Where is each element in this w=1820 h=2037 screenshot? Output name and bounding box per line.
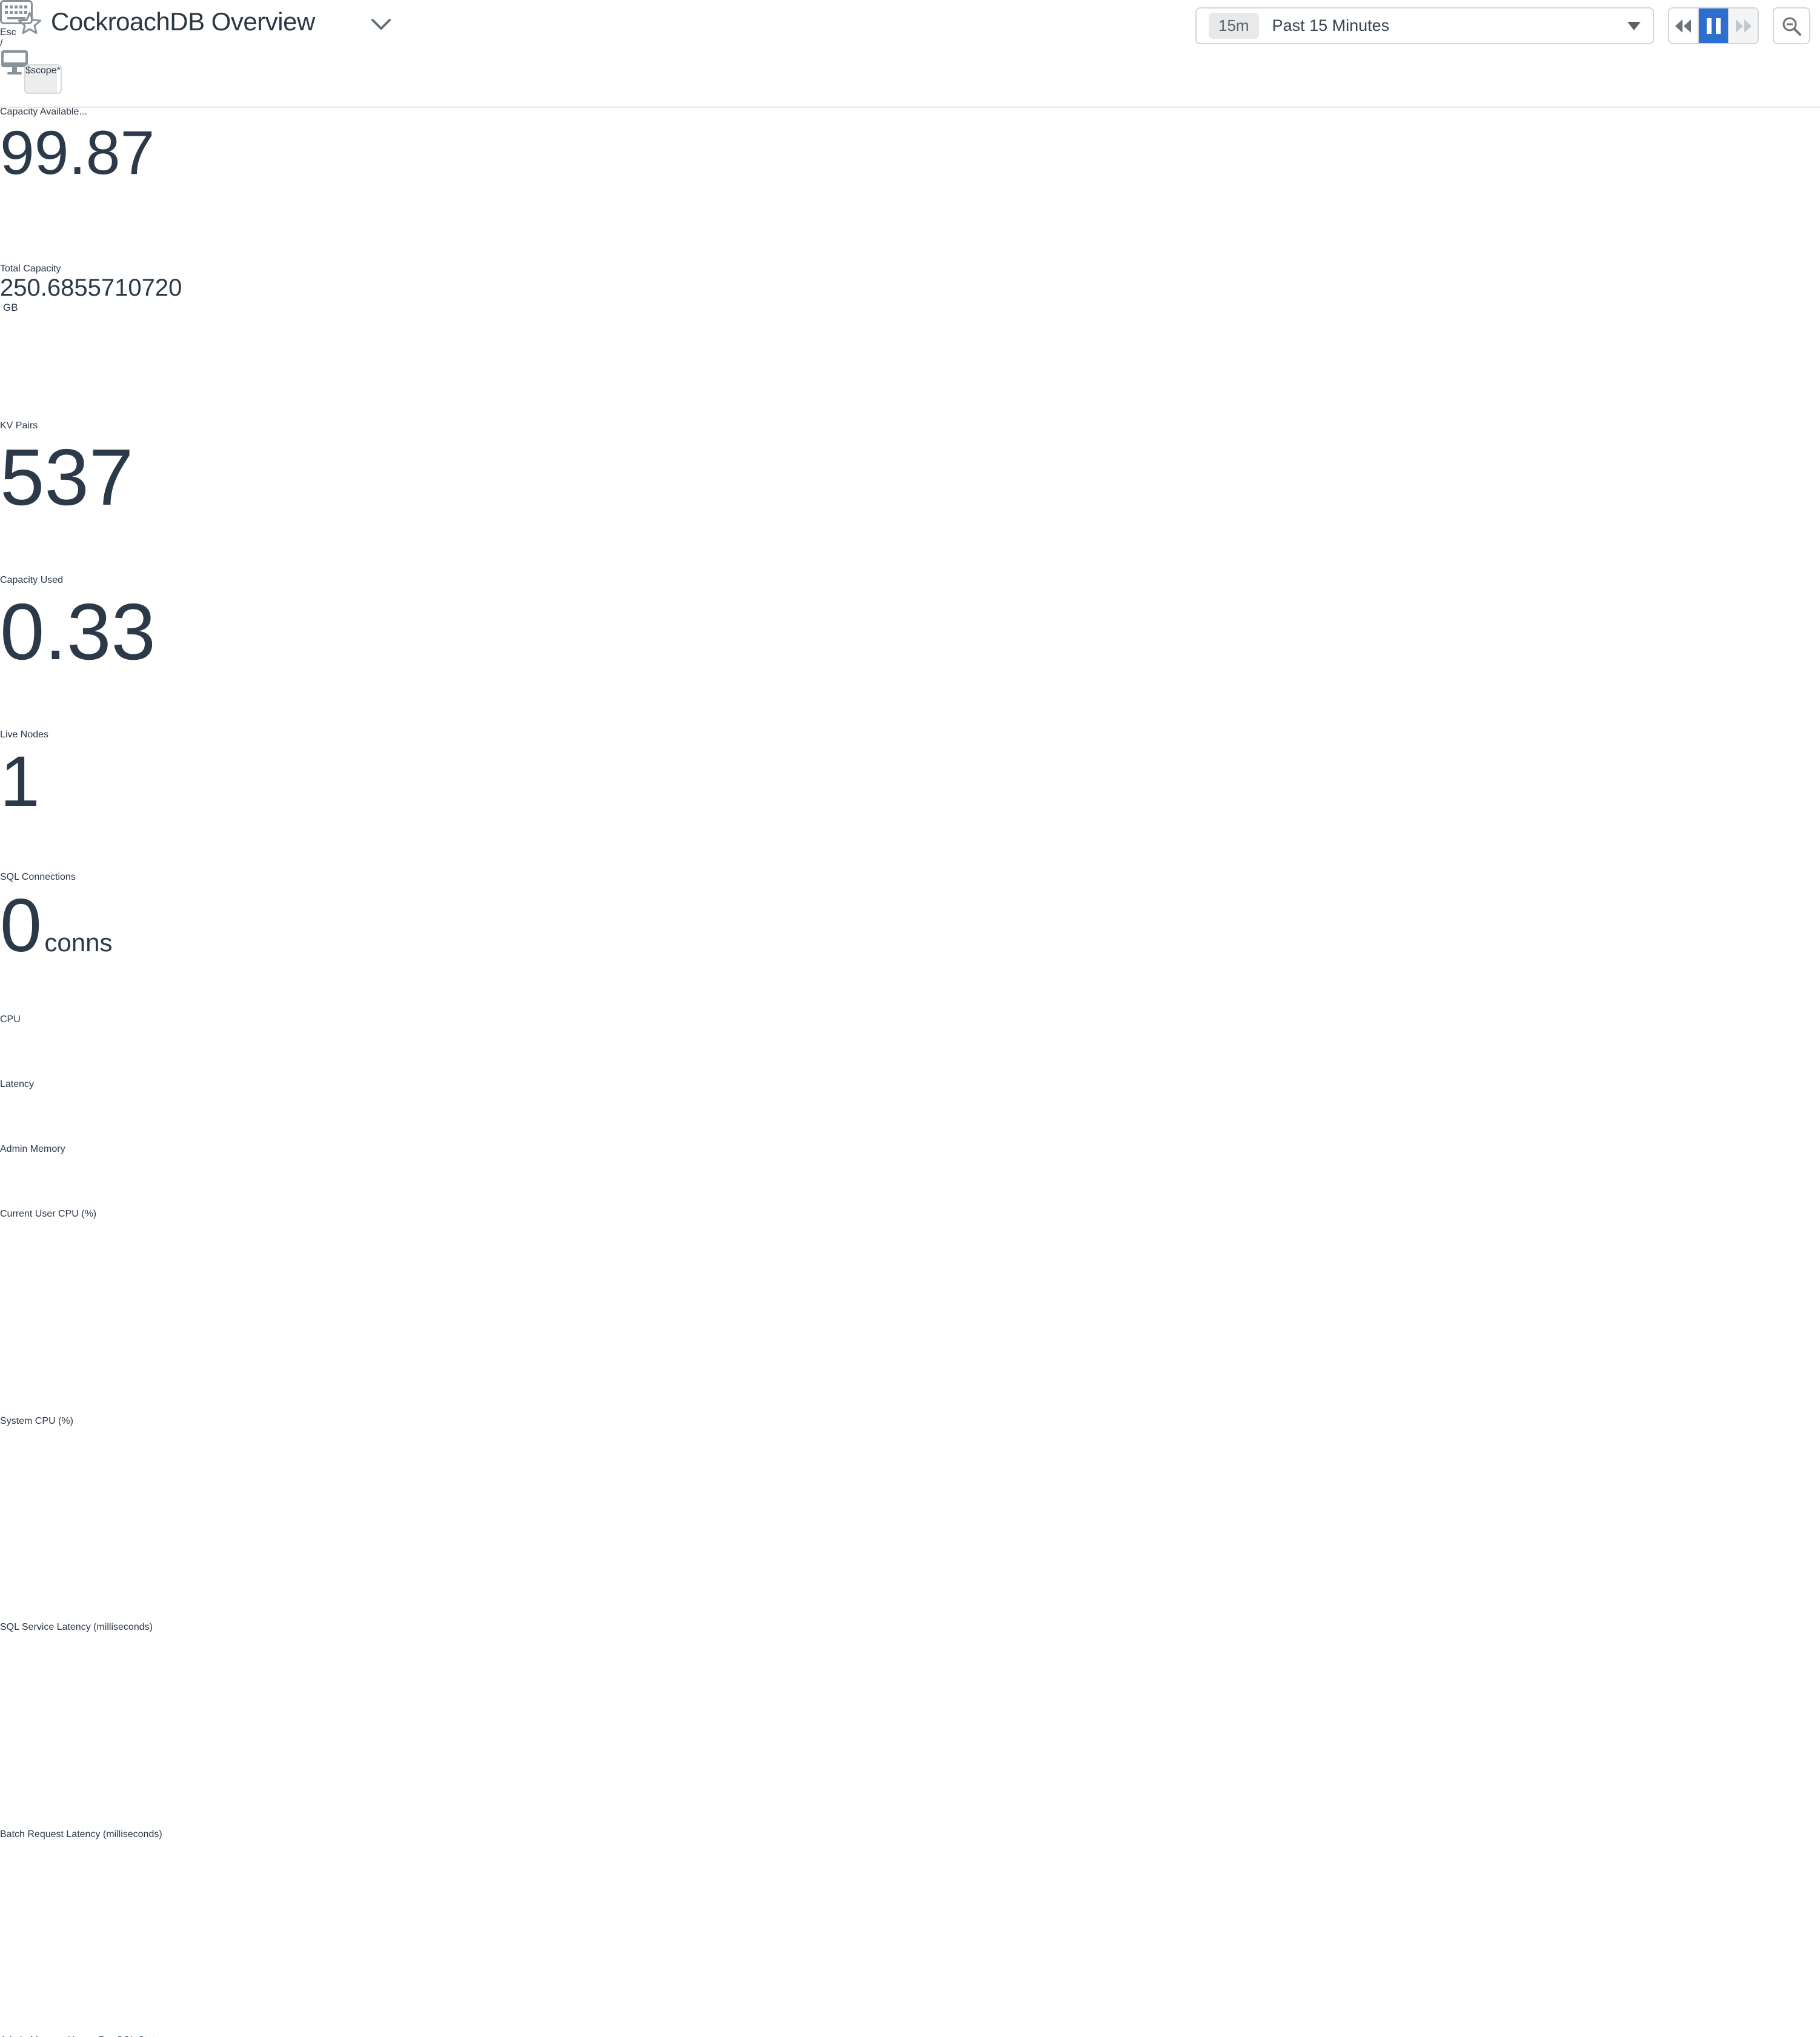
rewind-button[interactable]: [1669, 8, 1699, 43]
stat-title: Capacity Used: [0, 575, 164, 586]
chart-title: Current User CPU (%): [0, 1209, 477, 1220]
favorite-star-icon[interactable]: [16, 10, 44, 38]
chart-panel-admin-memory-statement: Admin Memory Usage Per SQL Statement 19:…: [0, 2035, 474, 2037]
stat-title: KV Pairs: [0, 420, 168, 431]
group-label: Admin Memory: [0, 1144, 65, 1154]
time-range-selector[interactable]: 15m Past 15 Minutes: [1195, 7, 1654, 44]
zoom-out-icon: [1781, 16, 1802, 36]
stat-value: 1: [0, 742, 40, 822]
zoom-out-button[interactable]: [1773, 7, 1810, 44]
pause-button[interactable]: [1699, 8, 1729, 43]
group-header-latency[interactable]: Latency: [0, 1079, 480, 1144]
stat-unit: GB: [3, 288, 18, 313]
group-label: CPU: [0, 1014, 21, 1025]
stat-value: 250.6855710720: [0, 274, 182, 301]
rewind-icon: [1674, 18, 1692, 34]
fast-forward-button[interactable]: [1728, 8, 1758, 43]
pause-icon: [1707, 18, 1721, 34]
title-chevron-down-icon[interactable]: [371, 17, 391, 32]
chart-panel-sql-service-latency: SQL Service Latency (milliseconds) 00.51…: [0, 1622, 480, 1829]
stat-value: 0.33: [0, 587, 156, 676]
scope-variable-name: $scope: [25, 65, 57, 93]
stat-card-capacity-available: Capacity Available... 99.87: [0, 107, 168, 264]
stat-title: Live Nodes: [0, 729, 168, 740]
chart-title: Batch Request Latency (milliseconds): [0, 1829, 480, 1840]
timeline-playback-controls: [1668, 7, 1759, 44]
stat-card-kv-pairs: KV Pairs 537: [0, 420, 168, 575]
stat-card-live-nodes: Live Nodes 1: [0, 729, 168, 872]
stat-card-capacity-used: Capacity Used 0.33: [0, 575, 164, 729]
chart-plot-current-user-cpu[interactable]: 00.020.040.060.0819:2519:3019:35Percent: [0, 1220, 477, 1231]
chart-plot-sql-service-latency[interactable]: 00.511.5219:2519:3019:35: [0, 1633, 480, 1644]
stat-card-total-capacity: Total Capacity 250.6855710720 GB: [0, 264, 164, 420]
chart-title: System CPU (%): [0, 1416, 477, 1427]
stat-title: Total Capacity: [0, 264, 164, 274]
time-range-caret-icon: [1627, 22, 1641, 30]
dashboard-canvas: CockroachDB Capacity Available... 99.87 …: [0, 0, 1820, 2037]
chart-plot-system-cpu[interactable]: 00.020.040.060.0819:2519:3019:35: [0, 1427, 477, 1438]
stat-title: Capacity Available...: [0, 107, 168, 118]
dashboard-title: CockroachDB Overview: [51, 7, 315, 36]
time-range-label: Past 15 Minutes: [1272, 16, 1627, 35]
chart-panel-system-cpu: System CPU (%) 00.020.040.060.0819:2519:…: [0, 1416, 477, 1622]
group-label: Latency: [0, 1079, 34, 1089]
chart-title: Admin Memory Usage Per SQL Statement: [0, 2035, 474, 2037]
scope-variable-value: *: [57, 65, 61, 76]
chart-panel-current-user-cpu: Current User CPU (%) 00.020.040.060.0819…: [0, 1209, 477, 1416]
stat-value: 99.87: [0, 118, 154, 187]
time-range-badge: 15m: [1209, 13, 1259, 39]
stat-value: 537: [0, 433, 133, 522]
stat-title: SQL Connections: [0, 872, 164, 883]
stat-card-sql-connections: SQL Connections 0 conns: [0, 872, 164, 1014]
chart-panel-batch-request-latency: Batch Request Latency (milliseconds) 024…: [0, 1829, 480, 2035]
template-variable-scope[interactable]: $scope *: [24, 64, 62, 94]
group-header-cpu[interactable]: CPU: [0, 1014, 477, 1079]
stat-value: 0: [0, 884, 42, 968]
fast-forward-icon: [1735, 18, 1753, 34]
chart-plot-batch-request-latency[interactable]: 024681019:2519:3019:35: [0, 1840, 480, 1851]
group-header-admin-memory[interactable]: Admin Memory: [0, 1144, 474, 1209]
top-toolbar: CockroachDB Overview 15m Past 15 Minutes: [0, 0, 1820, 108]
chart-title: SQL Service Latency (milliseconds): [0, 1622, 480, 1633]
stat-unit: conns: [44, 928, 112, 957]
